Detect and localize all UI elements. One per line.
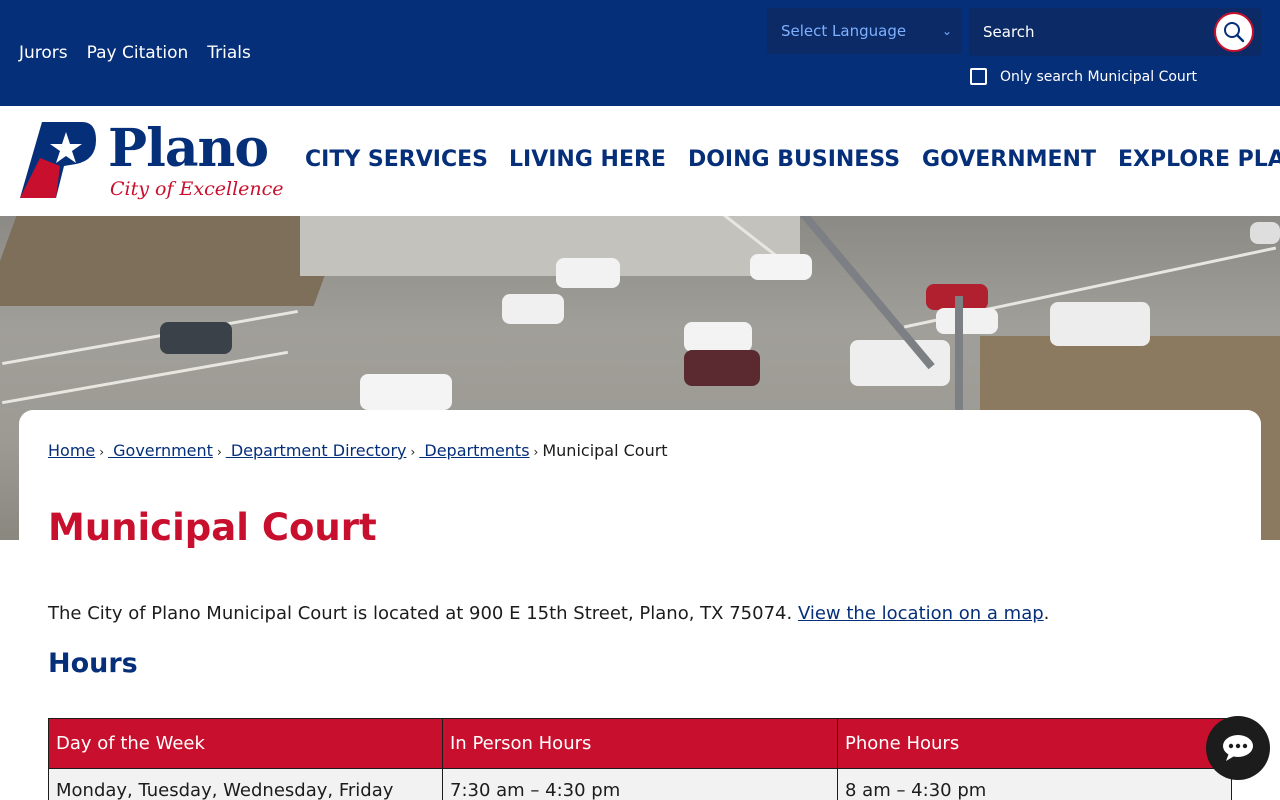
table-header-row: Day of the Week In Person Hours Phone Ho… [48,718,1232,769]
banner-grass [0,216,347,306]
nav-doing-business[interactable]: DOING BUSINESS [688,147,900,172]
chevron-down-icon: ⌄ [941,24,952,38]
nav-government[interactable]: GOVERNMENT [922,147,1096,172]
only-search-checkbox[interactable] [970,68,987,85]
map-location-link[interactable]: View the location on a map [798,603,1044,624]
utility-bar: Jurors Pay Citation Trials Select Langua… [0,0,1280,106]
banner-signal-pole [955,296,963,416]
table-cell: Monday, Tuesday, Wednesday, Friday [48,768,443,800]
quick-links: Jurors Pay Citation Trials [19,43,251,63]
table-header-phone: Phone Hours [837,718,1232,769]
language-select-label: Select Language [781,22,907,40]
search-box [969,8,1261,56]
banner-car [1250,222,1280,244]
intro-text: The City of Plano Municipal Court is loc… [48,603,798,624]
intro-paragraph: The City of Plano Municipal Court is loc… [48,603,1049,624]
nav-living-here[interactable]: LIVING HERE [509,147,666,172]
plano-logo[interactable]: Plano City of Excellence [20,118,284,208]
chat-button[interactable] [1206,716,1270,780]
table-header-in-person: In Person Hours [442,718,838,769]
breadcrumb-separator: › [216,445,222,459]
logo-tagline: City of Excellence [110,178,284,200]
table-row: Monday, Tuesday, Wednesday, Friday 7:30 … [48,768,1232,800]
breadcrumb-government[interactable]: Government [108,441,213,460]
breadcrumb-separator: › [533,445,539,459]
banner-utility-truck [850,340,950,386]
banner-car [684,322,752,352]
table-cell: 7:30 am – 4:30 pm [442,768,838,800]
banner-lane-line [1,350,289,405]
hours-heading: Hours [48,648,138,679]
chat-icon [1223,735,1253,761]
breadcrumb-departments[interactable]: Departments [419,441,529,460]
banner-car [750,254,812,280]
banner-car [360,374,452,410]
breadcrumb: Home › Government › Department Directory › … [48,441,668,460]
banner-car [684,350,760,386]
intro-end: . [1043,603,1050,624]
breadcrumb-separator: › [99,445,105,459]
banner-car [160,322,232,354]
breadcrumb-current: Municipal Court [542,441,668,460]
only-search-option: Only search Municipal Court [970,68,1197,85]
banner-car [556,258,620,288]
breadcrumb-home[interactable]: Home [48,441,95,460]
banner-road [300,216,800,276]
table-cell: 8 am – 4:30 pm [837,768,1232,800]
only-search-label: Only search Municipal Court [1000,68,1198,85]
language-select[interactable]: Select Language ⌄ [767,8,962,54]
nav-explore-plano[interactable]: EXPLORE PLANO [1118,147,1280,172]
plano-star-logo-icon [20,122,96,198]
search-input[interactable] [983,23,1214,41]
breadcrumb-separator: › [410,445,416,459]
site-header: Plano City of Excellence CITY SERVICES L… [0,106,1280,216]
search-button[interactable] [1214,12,1254,52]
quicklink-pay-citation[interactable]: Pay Citation [87,43,189,63]
quicklink-trials[interactable]: Trials [207,43,251,63]
quicklink-jurors[interactable]: Jurors [19,43,68,63]
banner-utility-truck [1050,302,1150,346]
search-icon [1224,22,1245,43]
logo-wordmark: Plano [108,118,269,179]
banner-car [502,294,564,324]
main-navigation: CITY SERVICES LIVING HERE DOING BUSINESS… [305,147,1280,172]
table-header-day: Day of the Week [48,718,443,769]
page-title: Municipal Court [48,506,377,549]
nav-city-services[interactable]: CITY SERVICES [305,147,488,172]
hours-table: Day of the Week In Person Hours Phone Ho… [48,718,1232,800]
banner-car [936,308,998,334]
content-card: Home › Government › Department Directory › … [19,410,1261,800]
breadcrumb-department-directory[interactable]: Department Directory [226,441,407,460]
